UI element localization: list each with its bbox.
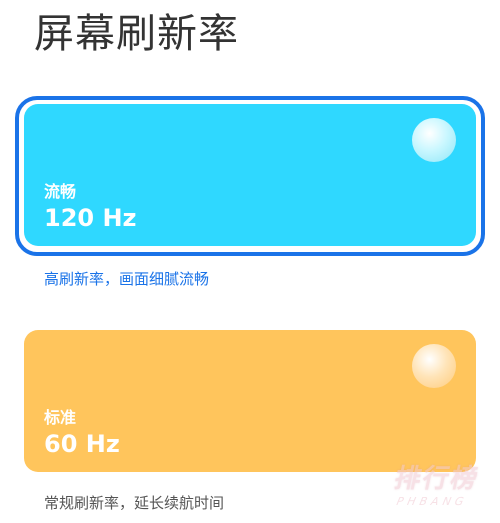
selection-indicator-icon (412, 344, 456, 388)
option-label: 标准 (44, 408, 77, 427)
option-label: 流畅 (44, 182, 77, 201)
watermark-main-text: 排行榜 (391, 464, 483, 494)
option-value: 60 Hz (44, 430, 120, 458)
option-card-60hz[interactable]: 标准 60 Hz (24, 330, 476, 472)
page-title: 屏幕刷新率 (34, 11, 239, 57)
option-value: 120 Hz (44, 204, 137, 232)
option-description: 高刷新率，画面细腻流畅 (44, 270, 210, 288)
selection-indicator-icon (412, 118, 456, 162)
watermark-sub-text: PHBANG (395, 495, 469, 508)
watermark-logo: 排行榜 PHBANG (389, 458, 484, 508)
option-description: 常规刷新率，延长续航时间 (44, 494, 225, 512)
option-card-120hz[interactable]: 流畅 120 Hz (24, 104, 476, 246)
